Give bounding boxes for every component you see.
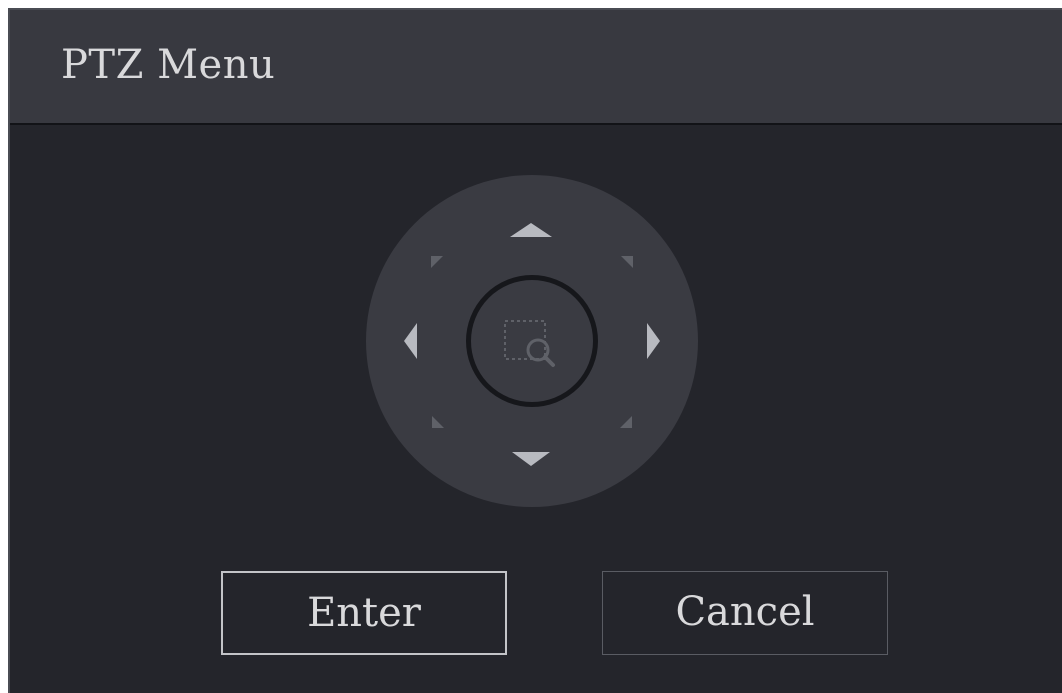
dialog-title: PTZ Menu — [61, 42, 276, 88]
dialog-titlebar: PTZ Menu — [10, 10, 1062, 125]
arrow-left-icon[interactable] — [404, 323, 417, 359]
ptz-direction-pad — [366, 175, 698, 507]
zoom-magnifier-icon — [504, 320, 555, 367]
arrow-right-icon[interactable] — [647, 323, 660, 359]
zoom-center-button[interactable] — [466, 275, 598, 407]
arrow-down-icon[interactable] — [512, 452, 550, 466]
arrow-down-left-icon[interactable] — [432, 416, 444, 428]
arrow-up-left-icon[interactable] — [431, 256, 443, 268]
enter-button[interactable]: Enter — [221, 571, 507, 655]
arrow-up-right-icon[interactable] — [621, 256, 633, 268]
cancel-button[interactable]: Cancel — [602, 571, 888, 655]
arrow-up-icon[interactable] — [510, 223, 552, 237]
arrow-down-right-icon[interactable] — [620, 416, 632, 428]
ptz-menu-dialog: PTZ Menu Enter Cancel — [8, 8, 1062, 693]
